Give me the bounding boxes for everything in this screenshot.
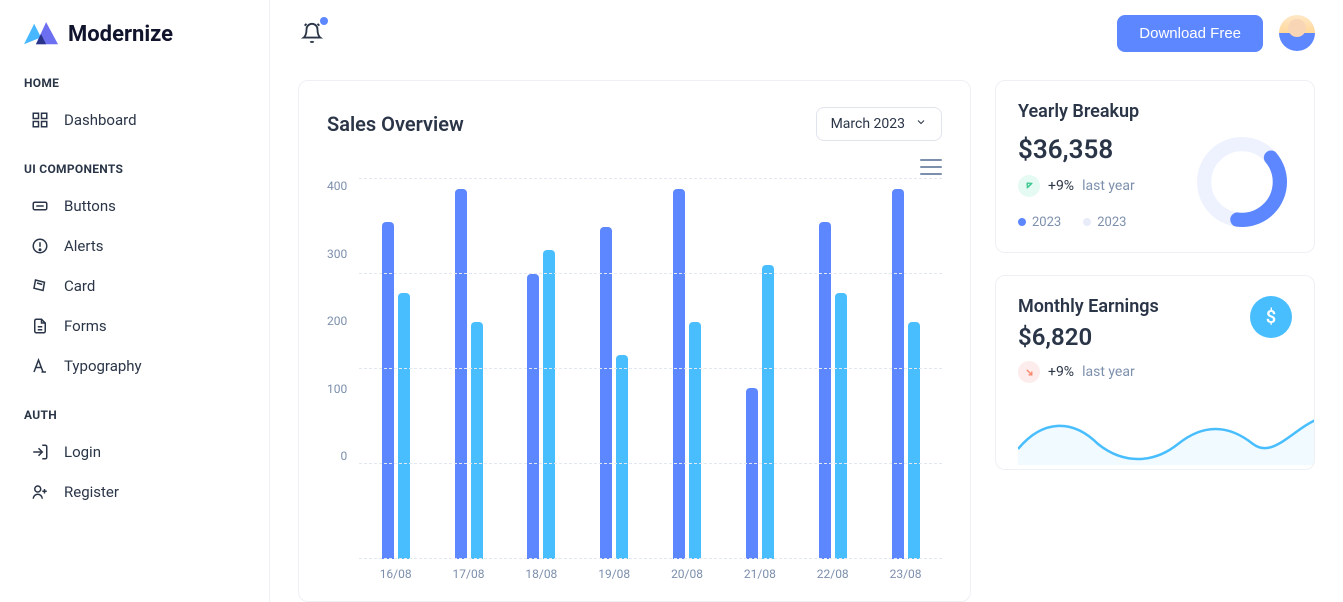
bar-group[interactable] [432, 179, 505, 559]
alert-icon [30, 236, 50, 256]
bar[interactable] [398, 293, 410, 559]
logo-icon [24, 20, 58, 48]
sidebar-item-typography[interactable]: Typography [24, 346, 245, 386]
monthly-trend-label: last year [1082, 364, 1135, 380]
y-tick: 400 [327, 179, 347, 193]
y-tick: 200 [327, 314, 347, 328]
monthly-earnings-card: Monthly Earnings $6,820 +9% last year $ [995, 275, 1315, 470]
bar[interactable] [689, 322, 701, 560]
bar-group[interactable] [723, 179, 796, 559]
y-tick: 300 [327, 247, 347, 261]
bar[interactable] [616, 355, 628, 559]
avatar[interactable] [1279, 15, 1315, 51]
yearly-value: $36,358 [1018, 135, 1135, 165]
bar-group[interactable] [651, 179, 724, 559]
bar[interactable] [455, 189, 467, 560]
sales-title: Sales Overview [327, 112, 464, 136]
sidebar-item-register[interactable]: Register [24, 472, 245, 512]
bar[interactable] [600, 227, 612, 560]
period-select[interactable]: March 2023 [816, 107, 942, 141]
yearly-trend-pct: +9% [1048, 178, 1074, 194]
notification-dot-icon [320, 17, 328, 25]
button-icon [30, 196, 50, 216]
chart-menu-button[interactable] [920, 159, 942, 175]
monthly-value: $6,820 [1018, 323, 1159, 351]
nav-section-ui: UI COMPONENTS [24, 162, 245, 176]
card-icon [30, 276, 50, 296]
bar[interactable] [543, 250, 555, 559]
download-free-button[interactable]: Download Free [1117, 15, 1263, 52]
dashboard-icon [30, 110, 50, 130]
x-tick: 18/08 [505, 567, 578, 581]
monthly-title: Monthly Earnings [1018, 296, 1159, 317]
dollar-icon: $ [1250, 296, 1292, 338]
sidebar-item-label: Register [64, 483, 119, 501]
bar[interactable] [673, 189, 685, 560]
x-tick: 16/08 [359, 567, 432, 581]
form-icon [30, 316, 50, 336]
brand-name: Modernize [68, 22, 173, 47]
legend-item: 2023 [1083, 215, 1126, 230]
bar[interactable] [762, 265, 774, 560]
trend-down-icon [1018, 361, 1040, 383]
topbar: Download Free [270, 0, 1343, 66]
x-tick: 19/08 [578, 567, 651, 581]
sidebar-item-label: Login [64, 443, 101, 461]
bar-group[interactable] [869, 179, 942, 559]
y-tick: 0 [340, 449, 347, 463]
sidebar-item-label: Card [64, 277, 95, 295]
chevron-down-icon [915, 116, 927, 132]
bar[interactable] [746, 388, 758, 559]
sidebar-item-card[interactable]: Card [24, 266, 245, 306]
bar-group[interactable] [359, 179, 432, 559]
bar-group[interactable] [796, 179, 869, 559]
nav-section-home: HOME [24, 76, 245, 90]
sidebar-item-label: Alerts [64, 237, 104, 255]
bar-group[interactable] [578, 179, 651, 559]
yearly-title: Yearly Breakup [1018, 101, 1292, 122]
sidebar-item-label: Forms [64, 317, 107, 335]
x-tick: 21/08 [723, 567, 796, 581]
x-tick: 23/08 [869, 567, 942, 581]
y-tick: 100 [327, 382, 347, 396]
nav-section-auth: AUTH [24, 408, 245, 422]
typography-icon [30, 356, 50, 376]
x-tick: 20/08 [651, 567, 724, 581]
register-icon [30, 482, 50, 502]
notifications-button[interactable] [298, 19, 326, 47]
sales-chart: 4003002001000 16/0817/0818/0819/0820/082… [327, 179, 942, 581]
trend-up-icon [1018, 175, 1040, 197]
legend-item: 2023 [1018, 215, 1061, 230]
bar-group[interactable] [505, 179, 578, 559]
yearly-breakup-card: Yearly Breakup $36,358 +9% last year [995, 80, 1315, 253]
brand-logo[interactable]: Modernize [24, 20, 245, 48]
sidebar-item-label: Buttons [64, 197, 116, 215]
monthly-trend-pct: +9% [1048, 364, 1074, 380]
bar[interactable] [527, 274, 539, 559]
bar[interactable] [471, 322, 483, 560]
bar[interactable] [892, 189, 904, 560]
sidebar-item-forms[interactable]: Forms [24, 306, 245, 346]
sidebar-item-label: Dashboard [64, 111, 137, 129]
sparkline-chart [1018, 409, 1315, 465]
sales-overview-card: Sales Overview March 2023 4003002001000 … [298, 80, 971, 602]
sidebar-item-alerts[interactable]: Alerts [24, 226, 245, 266]
sidebar: Modernize HOME Dashboard UI COMPONENTS B… [0, 0, 270, 602]
sidebar-item-buttons[interactable]: Buttons [24, 186, 245, 226]
login-icon [30, 442, 50, 462]
period-selected-label: March 2023 [831, 116, 905, 132]
x-tick: 17/08 [432, 567, 505, 581]
sidebar-item-label: Typography [64, 357, 142, 375]
sidebar-item-dashboard[interactable]: Dashboard [24, 100, 245, 140]
yearly-trend-label: last year [1082, 178, 1135, 194]
sidebar-item-login[interactable]: Login [24, 432, 245, 472]
bar[interactable] [908, 322, 920, 560]
bar[interactable] [835, 293, 847, 559]
donut-chart [1192, 132, 1292, 232]
x-tick: 22/08 [796, 567, 869, 581]
